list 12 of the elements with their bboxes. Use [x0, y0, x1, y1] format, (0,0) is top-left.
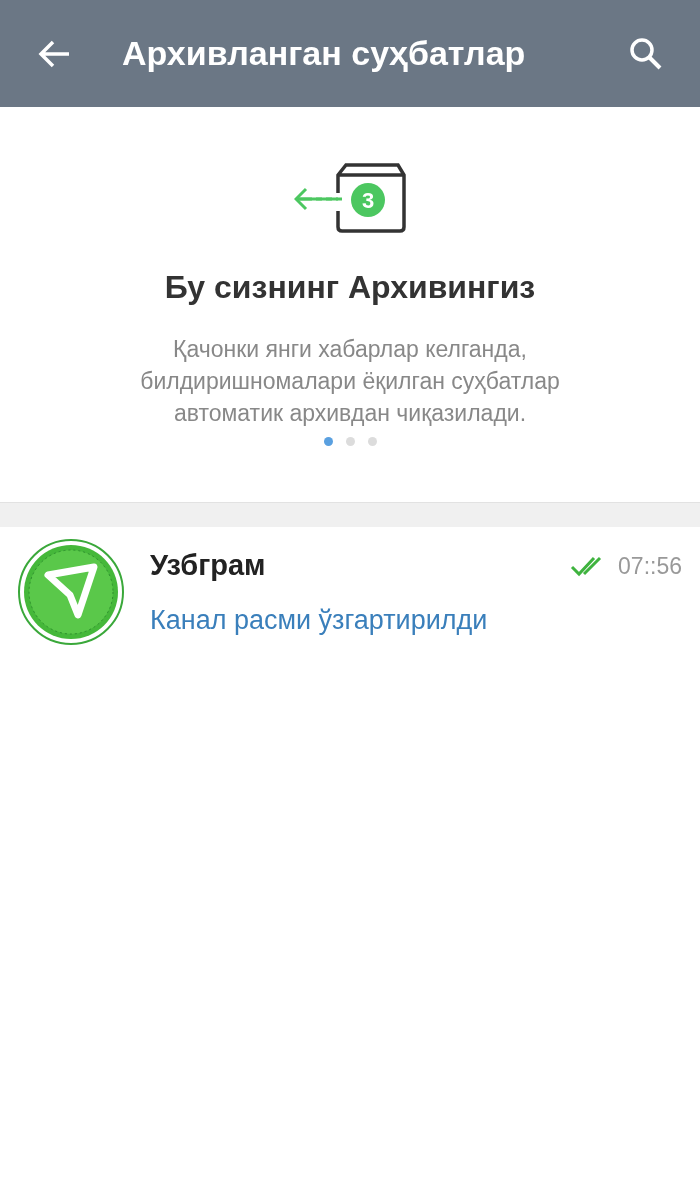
message-preview: Канал расми ўзгартирилди: [150, 603, 489, 637]
archive-description: Қачонки янги хабарлар келганда, билдиришномалари ёқилган суҳбатлар автоматик архивдан чиқазилади.: [139, 335, 561, 428]
screen-title: Архивланган суҳбатлар: [122, 33, 527, 74]
chat-row[interactable]: Узбграм 07::56 Канал расми ўзгартирилди: [0, 527, 700, 657]
search-button[interactable]: [628, 35, 664, 72]
channel-avatar-icon: [18, 539, 124, 645]
search-icon: [629, 36, 663, 71]
count-badge: 3: [351, 183, 385, 217]
message-time: 07::56: [618, 551, 682, 581]
chat-name: Узбграм: [150, 548, 267, 583]
back-arrow-icon: [37, 38, 71, 69]
archive-heading: Бу сизнинг Архивингиз: [164, 268, 536, 307]
